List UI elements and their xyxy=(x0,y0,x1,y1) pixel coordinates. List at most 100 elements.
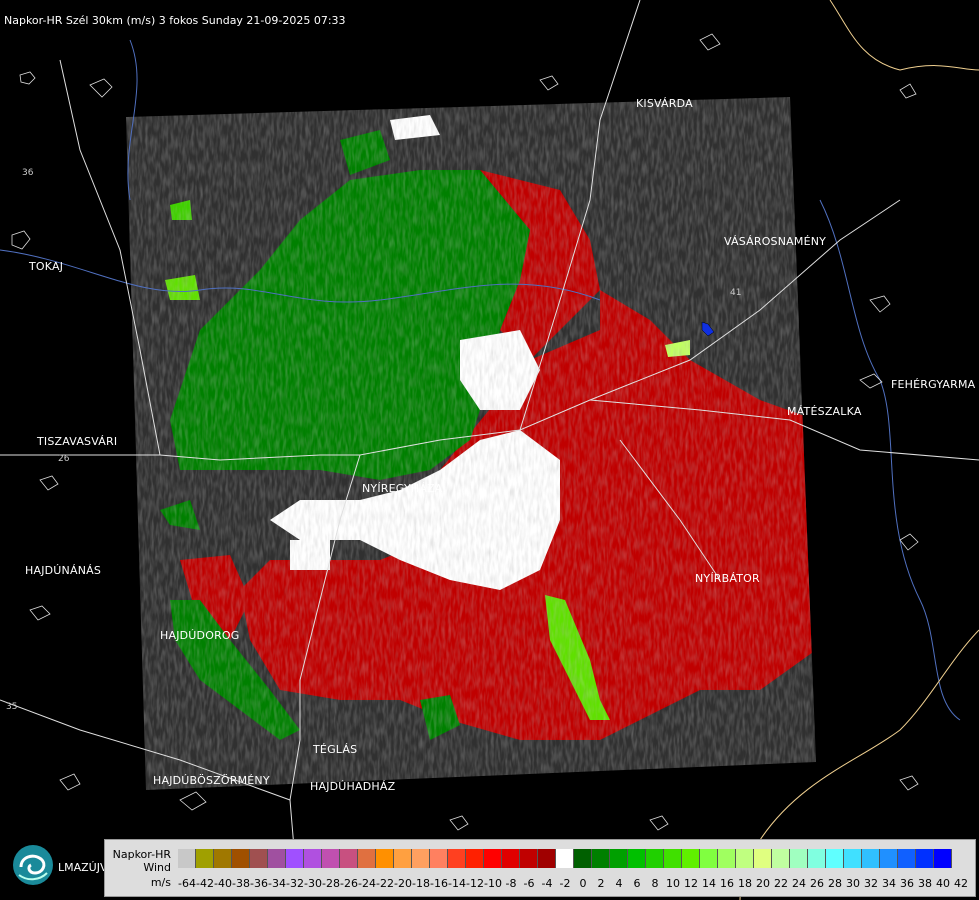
legend-swatch xyxy=(196,849,214,868)
legend-tick-label: -28 xyxy=(322,877,340,890)
legend-swatch xyxy=(466,849,484,868)
legend-tick-label: -10 xyxy=(484,877,502,890)
legend-swatch xyxy=(718,849,736,868)
legend-tick-label: -38 xyxy=(232,877,250,890)
road-number-label: 36 xyxy=(22,168,34,178)
legend-swatch xyxy=(178,849,196,868)
legend-swatch xyxy=(736,849,754,868)
legend-tick-label: 14 xyxy=(702,877,716,890)
legend-swatch xyxy=(682,849,700,868)
road-number-label: 26 xyxy=(58,454,70,464)
legend-swatch xyxy=(448,849,466,868)
legend-swatch xyxy=(646,849,664,868)
legend-tick-label: 12 xyxy=(684,877,698,890)
legend-swatch xyxy=(556,849,574,868)
legend-tick-label: -22 xyxy=(376,877,394,890)
legend-swatch xyxy=(808,849,826,868)
legend-swatch xyxy=(268,849,286,868)
town-label-teglas: TÉGLÁS xyxy=(313,743,358,756)
legend-tick-label: 38 xyxy=(918,877,932,890)
legend-swatch xyxy=(700,849,718,868)
legend-quantity-name: Wind xyxy=(143,861,171,874)
town-label-tokaj: TOKAJ xyxy=(29,260,64,273)
legend-tick-label: -4 xyxy=(541,877,553,890)
app-logo-icon xyxy=(13,845,53,885)
legend-swatch xyxy=(304,849,322,868)
legend-swatch xyxy=(844,849,862,868)
legend-tick-label: -36 xyxy=(250,877,268,890)
legend-unit: m/s xyxy=(150,876,171,889)
town-label-hajduboszormeny: HAJDÚBÖSZÖRMÉNY xyxy=(153,774,270,787)
town-label-kisvarda: KISVÁRDA xyxy=(636,97,693,110)
legend-tick-label: -32 xyxy=(286,877,304,890)
legend-swatch xyxy=(574,849,592,868)
legend-tick-label: 22 xyxy=(774,877,788,890)
legend-swatch xyxy=(502,849,520,868)
legend-color-scale xyxy=(178,849,952,868)
legend-tick-label: -30 xyxy=(304,877,322,890)
legend-swatch xyxy=(898,849,916,868)
legend-tick-label: 4 xyxy=(615,877,623,890)
legend-tick-label: -2 xyxy=(559,877,571,890)
town-label-nyiregyhaza: NYÍREGYHÁZA xyxy=(362,482,443,495)
legend-tick-label: 8 xyxy=(651,877,659,890)
map-title: Napkor-HR Szél 30km (m/s) 3 fokos Sunday… xyxy=(4,14,346,27)
legend-swatch xyxy=(412,849,430,868)
legend-tick-label: 18 xyxy=(738,877,752,890)
legend-swatch xyxy=(880,849,898,868)
legend-swatch xyxy=(322,849,340,868)
town-label-hajdudorog: HAJDÚDOROG xyxy=(160,629,240,642)
legend-tick-label: 24 xyxy=(792,877,806,890)
legend-swatch xyxy=(340,849,358,868)
legend-swatch xyxy=(934,849,952,868)
legend-swatch xyxy=(286,849,304,868)
legend-tick-label: -20 xyxy=(394,877,412,890)
town-label-hajdunanas: HAJDÚNÁNÁS xyxy=(25,564,102,577)
legend-tick-label: -8 xyxy=(505,877,517,890)
town-label-fehergyarmat: FEHÉRGYARMA xyxy=(891,378,976,391)
legend-tick-label: -16 xyxy=(430,877,448,890)
legend-swatch xyxy=(592,849,610,868)
legend-tick-label: -42 xyxy=(196,877,214,890)
legend-tick-label: 40 xyxy=(936,877,950,890)
legend-swatch xyxy=(862,849,880,868)
legend-tick-label: -14 xyxy=(448,877,466,890)
town-label-hajduhadhaz: HAJDÚHADHÁZ xyxy=(310,780,396,793)
legend-swatch xyxy=(520,849,538,868)
legend-tick-label: 28 xyxy=(828,877,842,890)
legend-swatch xyxy=(916,849,934,868)
legend-tick-label: 42 xyxy=(954,877,968,890)
legend-tick-label: 36 xyxy=(900,877,914,890)
legend-swatch xyxy=(772,849,790,868)
road-number-label: 35 xyxy=(6,702,18,712)
town-label-nyirbator: NYÍRBÁTOR xyxy=(695,572,760,585)
legend-tick-label: -26 xyxy=(340,877,358,890)
legend-tick-label: -12 xyxy=(466,877,484,890)
legend-tick-label: 16 xyxy=(720,877,734,890)
town-label-vasarosnameny: VÁSÁROSNAMÉNY xyxy=(724,235,827,248)
legend-swatch xyxy=(538,849,556,868)
legend-swatch xyxy=(358,849,376,868)
legend-tick-label: 6 xyxy=(633,877,641,890)
legend-swatch xyxy=(754,849,772,868)
legend-tick-label: -64 xyxy=(178,877,196,890)
legend-tick-label: 10 xyxy=(666,877,680,890)
town-label-tiszavasvari: TISZAVASVÁRI xyxy=(37,435,118,448)
legend-swatch xyxy=(628,849,646,868)
country-border xyxy=(829,0,979,71)
radar-map-view: Napkor-HR Szél 30km (m/s) 3 fokos Sunday… xyxy=(0,0,979,900)
legend-tick-label: 32 xyxy=(864,877,878,890)
legend-swatch xyxy=(664,849,682,868)
legend-tick-label: 20 xyxy=(756,877,770,890)
color-legend: Napkor-HR Wind m/s -64 -42 -40 -38 -36 -34 -32… xyxy=(104,839,976,897)
town-label-mateszalka: MÁTÉSZALKA xyxy=(787,405,862,418)
legend-tick-label: 30 xyxy=(846,877,860,890)
legend-swatch xyxy=(214,849,232,868)
legend-swatch xyxy=(250,849,268,868)
legend-tick-label: 2 xyxy=(597,877,605,890)
radar-map xyxy=(0,0,979,900)
legend-tick-label: -40 xyxy=(214,877,232,890)
legend-swatch xyxy=(610,849,628,868)
legend-tick-label: -6 xyxy=(523,877,535,890)
road-number-label: 41 xyxy=(730,288,742,298)
